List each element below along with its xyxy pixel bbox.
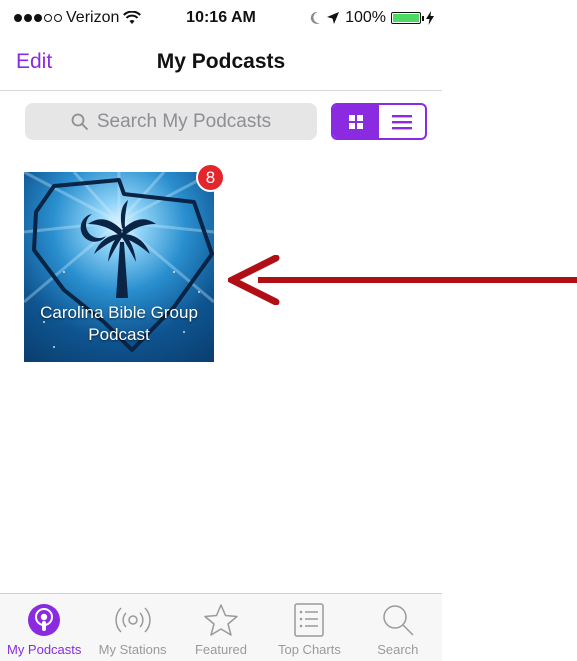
grid-view-button[interactable] [333,105,379,138]
tab-featured[interactable]: Featured [177,594,265,661]
tab-label: Top Charts [277,642,341,657]
battery-percent: 100% [345,9,386,26]
view-toggle [331,103,427,140]
tab-top-charts[interactable]: Top Charts [265,594,353,661]
tab-label: My Podcasts [6,642,82,657]
podcast-title: Carolina Bible Group Podcast [24,302,214,346]
podcast-title-line-2: Podcast [88,325,150,344]
star-icon [204,604,238,636]
unplayed-count-badge: 8 [196,163,225,192]
stations-icon [114,607,151,633]
location-icon [327,12,340,24]
status-bar: Verizon 10:16 AM 100% [0,0,442,38]
search-icon [71,113,89,130]
list-chart-icon [294,603,325,637]
tab-label: Search [377,642,419,657]
magnifier-icon [383,605,414,636]
search-placeholder: Search My Podcasts [96,110,272,132]
tab-bar: My Podcasts My Stations Featured Top Cha… [0,593,442,661]
tab-label: Featured [194,642,248,657]
grid-icon [349,114,363,129]
tab-my-stations[interactable]: My Stations [88,594,176,661]
annotation-arrow [228,255,577,305]
search-row: Search My Podcasts [0,101,442,143]
podcast-tile[interactable]: Carolina Bible Group Podcast [24,172,214,362]
battery-icon [391,12,424,24]
moon-icon [310,11,321,24]
page-title: My Podcasts [156,50,286,73]
navigation-bar: Edit My Podcasts [0,38,442,91]
tab-search[interactable]: Search [354,594,442,661]
status-right: 100% [309,9,434,27]
tab-my-podcasts[interactable]: My Podcasts [0,594,88,661]
search-input[interactable]: Search My Podcasts [25,103,317,140]
phone-screen: Verizon 10:16 AM 100% Edit My Podcasts S… [0,0,442,661]
list-icon [392,114,412,129]
list-view-button[interactable] [379,105,425,138]
podcast-title-line-1: Carolina Bible Group [40,303,198,322]
tab-label: My Stations [98,642,167,657]
podcast-icon [28,604,61,636]
charging-icon [426,11,434,25]
